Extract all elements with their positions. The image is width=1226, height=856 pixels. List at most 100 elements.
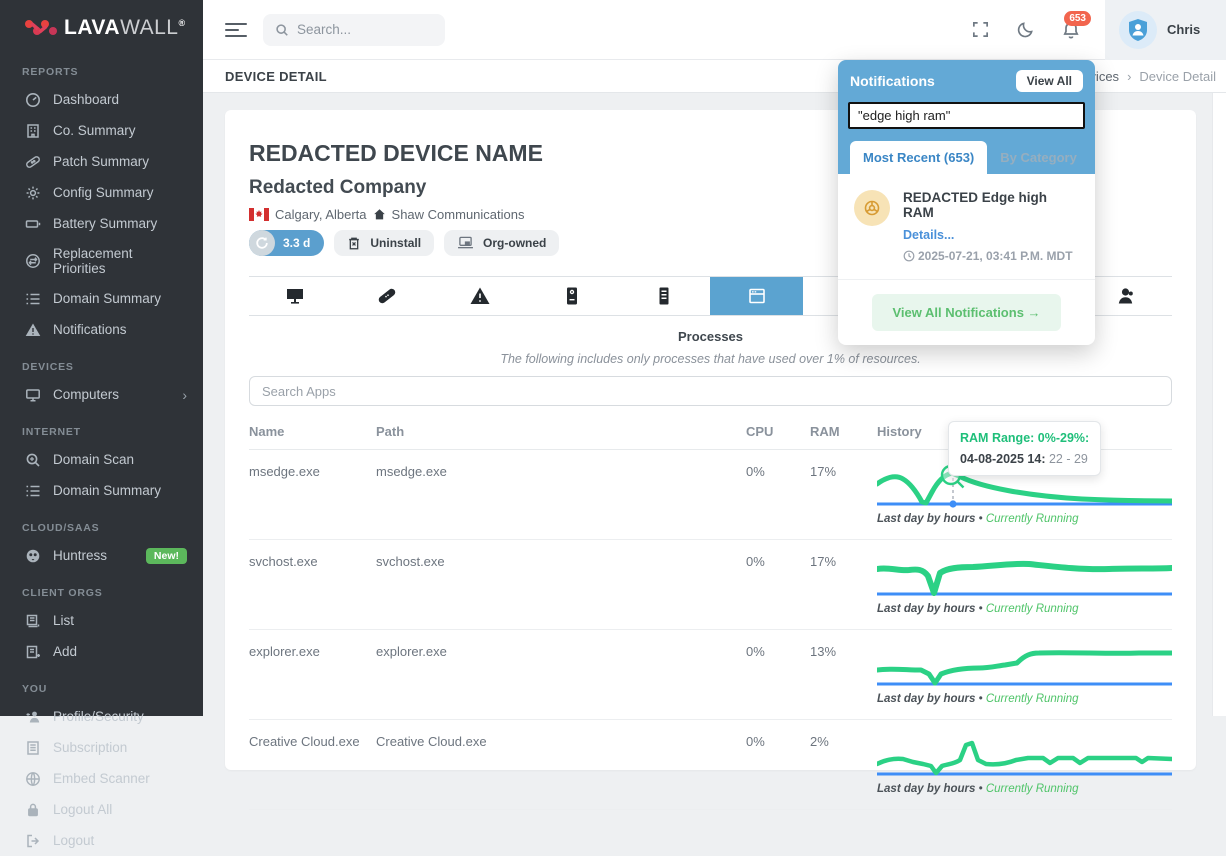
sidebar-item-battery-summary[interactable]: Battery Summary (0, 208, 203, 239)
col-name[interactable]: Name (249, 416, 376, 450)
breadcrumb-separator: › (1127, 69, 1131, 84)
col-path[interactable]: Path (376, 416, 746, 450)
sidebar-item-logout-all[interactable]: Logout All (0, 794, 203, 825)
notification-title: REDACTED Edge high RAM (903, 190, 1079, 220)
process-cpu: 0% (746, 450, 810, 540)
view-all-notifications-button[interactable]: View All Notifications → (872, 294, 1060, 331)
uninstall-button[interactable]: Uninstall (334, 230, 434, 256)
person-key-icon (24, 708, 41, 725)
process-ram: 17% (810, 450, 877, 540)
user-menu[interactable]: Chris (1105, 0, 1226, 60)
dark-mode-icon[interactable] (1016, 20, 1035, 39)
scrollbar[interactable] (1212, 93, 1226, 716)
user-name: Chris (1167, 22, 1200, 37)
process-cpu: 0% (746, 540, 810, 630)
sidebar-item-huntress[interactable]: HuntressNew! (0, 540, 203, 571)
history-sparkline[interactable] (877, 644, 1172, 688)
ownership-badge[interactable]: Org-owned (444, 230, 559, 256)
process-name: msedge.exe (249, 450, 376, 540)
sidebar-item-embed-scanner[interactable]: Embed Scanner (0, 763, 203, 794)
uptime-badge[interactable]: 3.3 d (249, 230, 324, 256)
canada-flag-icon (249, 208, 269, 221)
tab-by-category[interactable]: By Category (987, 141, 1090, 174)
tab-most-recent[interactable]: Most Recent (653) (850, 141, 987, 174)
sidebar-item-notifications[interactable]: Notifications (0, 314, 203, 345)
process-name: Creative Cloud.exe (249, 720, 376, 810)
sidebar-item-profile-security[interactable]: Profile/Security (0, 701, 203, 732)
tab-display[interactable] (249, 277, 341, 315)
history-sparkline[interactable] (877, 554, 1172, 598)
process-name: explorer.exe (249, 630, 376, 720)
brand-logo[interactable]: LAVAWALL® (0, 0, 203, 50)
battery-icon (24, 215, 41, 232)
item-label: Config Summary (53, 185, 154, 200)
notifications-bell-icon[interactable]: 653 (1061, 20, 1081, 40)
process-path: explorer.exe (376, 630, 746, 720)
search-icon (275, 23, 289, 37)
sidebar-item-domain-scan[interactable]: Domain Scan (0, 444, 203, 475)
fullscreen-icon[interactable] (971, 20, 990, 39)
process-path: svchost.exe (376, 540, 746, 630)
menu-toggle-icon[interactable] (225, 19, 247, 41)
sidebar-item-config-summary[interactable]: Config Summary (0, 177, 203, 208)
apps-search-input[interactable] (249, 376, 1172, 406)
org-add-icon (24, 643, 41, 660)
brand-name: LAVAWALL® (64, 16, 186, 40)
process-cpu: 0% (746, 720, 810, 810)
breadcrumb-current: Device Detail (1139, 69, 1216, 84)
section-reports: REPORTS (0, 50, 203, 84)
sparkline-caption: Last day by hours • Currently Running (877, 783, 1172, 795)
sidebar-item-subscription[interactable]: Subscription (0, 732, 203, 763)
notifications-search-input[interactable] (848, 102, 1085, 129)
item-label: Replacement Priorities (53, 246, 187, 276)
sidebar-item-computers[interactable]: Computers › (0, 379, 203, 410)
col-ram[interactable]: RAM (810, 416, 877, 450)
sidebar-item-co-summary[interactable]: Co. Summary (0, 115, 203, 146)
tab-storage[interactable] (526, 277, 618, 315)
process-ram: 2% (810, 720, 877, 810)
page-title: DEVICE DETAIL (225, 69, 327, 84)
col-cpu[interactable]: CPU (746, 416, 810, 450)
owl-icon (24, 547, 41, 564)
item-label: Domain Scan (53, 452, 134, 467)
item-label: Computers (53, 387, 119, 402)
view-all-button[interactable]: View All (1016, 70, 1083, 92)
history-sparkline[interactable] (877, 734, 1172, 778)
tab-processes[interactable] (710, 277, 802, 315)
chevron-right-icon: › (182, 387, 187, 403)
tab-system[interactable] (618, 277, 710, 315)
device-location: Calgary, Alberta (275, 207, 367, 222)
building-icon (24, 122, 41, 139)
laptop-icon (457, 236, 474, 250)
warning-triangle-icon (24, 321, 41, 338)
server-icon (653, 285, 675, 307)
tab-alerts[interactable] (434, 277, 526, 315)
monitor-icon (24, 386, 41, 403)
shield-user-icon (1127, 18, 1149, 42)
sidebar-item-add[interactable]: Add (0, 636, 203, 667)
notification-details-link[interactable]: Details... (903, 228, 1079, 242)
sidebar-item-logout[interactable]: Logout (0, 825, 203, 856)
global-search[interactable]: Search... (263, 14, 445, 46)
sidebar-item-patch-summary[interactable]: Patch Summary (0, 146, 203, 177)
item-label: Notifications (53, 322, 127, 337)
bandage-icon (376, 285, 398, 307)
sidebar-item-domain-summary-2[interactable]: Domain Summary (0, 475, 203, 506)
sparkline-caption: Last day by hours • Currently Running (877, 513, 1172, 525)
sparkline-caption: Last day by hours • Currently Running (877, 693, 1172, 705)
sidebar-item-list[interactable]: List (0, 605, 203, 636)
ownership-label: Org-owned (483, 236, 546, 250)
sidebar-item-replacement-priorities[interactable]: Replacement Priorities (0, 239, 203, 283)
notification-timestamp: 2025-07-21, 03:41 P.M. MDT (903, 249, 1079, 263)
item-label: Logout (53, 833, 94, 848)
tab-patches[interactable] (341, 277, 433, 315)
notifications-panel: Notifications View All Most Recent (653)… (838, 60, 1095, 345)
sidebar-item-dashboard[interactable]: Dashboard (0, 84, 203, 115)
sidebar-item-domain-summary[interactable]: Domain Summary (0, 283, 203, 314)
item-label: Patch Summary (53, 154, 149, 169)
process-ram: 17% (810, 540, 877, 630)
item-label: Embed Scanner (53, 771, 150, 786)
process-cpu: 0% (746, 630, 810, 720)
topbar: Search... 653 Chris (203, 0, 1226, 60)
table-row: Creative Cloud.exe Creative Cloud.exe 0%… (249, 720, 1172, 810)
